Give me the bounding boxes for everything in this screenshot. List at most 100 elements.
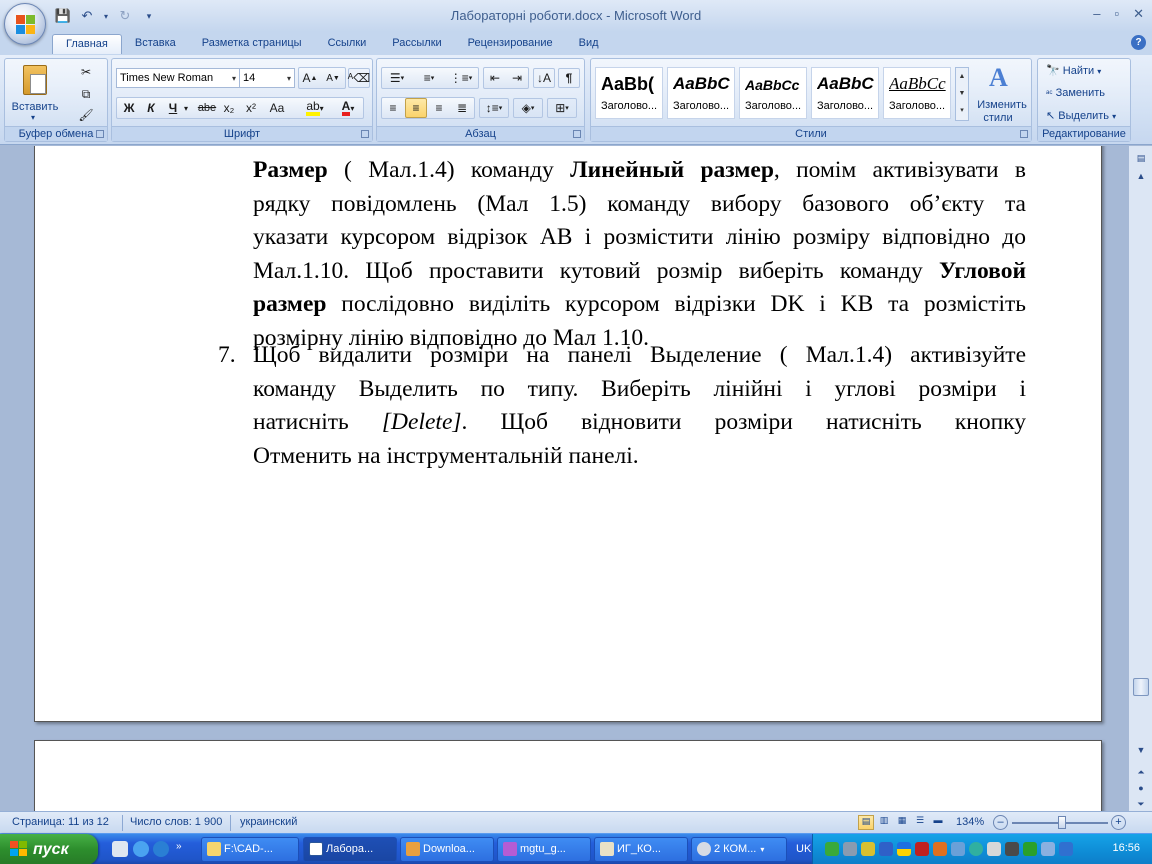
document-area[interactable]: Размер ( Мал.1.4) команду Линейный разме…	[0, 146, 1128, 811]
tab-review[interactable]: Рецензирование	[455, 34, 566, 54]
keyboard-language[interactable]: UK	[796, 843, 811, 855]
browser-icon[interactable]	[133, 841, 149, 857]
zoom-in-icon[interactable]: +	[1111, 815, 1126, 830]
minimize-icon[interactable]: –	[1093, 6, 1100, 22]
borders-icon[interactable]: ⊞ ▾	[547, 98, 577, 118]
page-count[interactable]: Страница: 11 из 12	[12, 816, 109, 828]
close-icon[interactable]: ✕	[1133, 6, 1144, 22]
clock[interactable]: 16:56	[1112, 842, 1140, 854]
styles-down-icon[interactable]: ▼	[956, 85, 968, 102]
office-button[interactable]	[4, 3, 46, 45]
style-heading-5[interactable]: AaBbCc Заголово...	[883, 67, 951, 119]
tab-home[interactable]: Главная	[52, 34, 122, 54]
tab-references[interactable]: Ссылки	[315, 34, 380, 54]
scroll-down-icon[interactable]: ▼	[1133, 742, 1149, 758]
zoom-level[interactable]: 134%	[956, 816, 984, 828]
bullets-icon[interactable]: ☰ ▾	[382, 68, 412, 88]
strikethrough-button[interactable]: abe	[196, 98, 218, 118]
italic-button[interactable]: К	[140, 98, 162, 118]
tray-icon[interactable]	[987, 842, 1001, 856]
zoom-out-icon[interactable]: –	[993, 815, 1008, 830]
underline-dropdown-icon[interactable]: ▾	[180, 98, 192, 118]
bold-button[interactable]: Ж	[118, 98, 140, 118]
word-count[interactable]: Число слов: 1 900	[130, 816, 222, 828]
maximize-icon[interactable]: ▫	[1114, 6, 1119, 22]
start-button[interactable]: пуск	[0, 834, 98, 864]
tray-icon[interactable]	[1005, 842, 1019, 856]
document-page-next[interactable]	[34, 740, 1102, 811]
taskbar-button[interactable]: Downloa...	[400, 837, 494, 862]
paragraph-launcher-icon[interactable]	[573, 130, 581, 138]
tray-icon[interactable]	[843, 842, 857, 856]
bluetooth-icon[interactable]	[1059, 842, 1073, 856]
styles-launcher-icon[interactable]	[1020, 130, 1028, 138]
zoom-slider-thumb[interactable]	[1058, 816, 1066, 829]
taskbar-button[interactable]: 2 КОМ... ▾	[691, 837, 787, 862]
tray-icon[interactable]	[969, 842, 983, 856]
cut-icon[interactable]: ✂	[75, 62, 97, 82]
network-icon[interactable]	[1023, 842, 1037, 856]
sort-icon[interactable]: ↓A	[533, 68, 555, 88]
change-styles-button[interactable]: A Изменить стили	[975, 63, 1029, 125]
style-heading-2[interactable]: AaBbC Заголово...	[667, 67, 735, 119]
replace-button[interactable]: ᵃᶜ Заменить	[1046, 87, 1105, 99]
volume-icon[interactable]	[1041, 842, 1055, 856]
ruler-toggle-icon[interactable]: ▤	[1133, 150, 1149, 166]
document-page[interactable]: Размер ( Мал.1.4) команду Линейный разме…	[34, 146, 1102, 722]
font-color-icon[interactable]: A ▾	[334, 98, 362, 118]
web-layout-icon[interactable]: ▦	[894, 815, 910, 830]
tray-icon[interactable]	[879, 842, 893, 856]
numbering-icon[interactable]: ≡ ▾	[414, 68, 444, 88]
select-button[interactable]: ↖ Выделить ▾	[1046, 109, 1116, 122]
paste-button[interactable]: Вставить ▾	[12, 63, 58, 123]
align-right-icon[interactable]: ≡	[428, 98, 450, 118]
language-indicator[interactable]: украинский	[240, 816, 297, 828]
show-formatting-marks-icon[interactable]: ¶	[558, 68, 580, 88]
decrease-indent-icon[interactable]: ⇤	[484, 68, 506, 88]
tray-icon[interactable]	[951, 842, 965, 856]
tab-mailings[interactable]: Рассылки	[379, 34, 454, 54]
highlight-icon[interactable]: ab ▾	[300, 98, 330, 118]
tab-insert[interactable]: Вставка	[122, 34, 189, 54]
draft-icon[interactable]: ▬	[930, 815, 946, 830]
subscript-button[interactable]: x₂	[218, 98, 240, 118]
next-page-icon[interactable]: ⏷	[1133, 796, 1149, 812]
taskbar-button[interactable]: Лабора...	[303, 837, 397, 862]
styles-up-icon[interactable]: ▲	[956, 68, 968, 85]
help-icon[interactable]: ?	[1131, 35, 1146, 50]
outline-icon[interactable]: ☰	[912, 815, 928, 830]
font-size-combo[interactable]: 14 ▾	[239, 68, 295, 88]
clear-formatting-icon[interactable]: ᴬ⌫	[348, 68, 370, 88]
select-browse-object-icon[interactable]: ●	[1133, 780, 1149, 796]
shading-icon[interactable]: ◈ ▾	[513, 98, 543, 118]
increase-indent-icon[interactable]: ⇥	[506, 68, 528, 88]
font-name-combo[interactable]: Times New Roman ▾	[116, 68, 240, 88]
find-button[interactable]: 🔭 Найти ▾	[1046, 64, 1101, 77]
superscript-button[interactable]: x²	[240, 98, 262, 118]
format-painter-icon[interactable]: 🖌	[75, 105, 97, 125]
styles-more-icon[interactable]: ▾	[956, 102, 968, 119]
style-heading-3[interactable]: AaBbCc Заголово...	[739, 67, 807, 119]
internet-explorer-icon[interactable]	[153, 841, 169, 857]
tray-icon[interactable]	[915, 842, 929, 856]
style-heading-4[interactable]: AaBbC Заголово...	[811, 67, 879, 119]
full-screen-reading-icon[interactable]: ▥	[876, 815, 892, 830]
justify-icon[interactable]: ≣	[451, 98, 473, 118]
tab-page-layout[interactable]: Разметка страницы	[189, 34, 315, 54]
multilevel-list-icon[interactable]: ⋮≡ ▾	[446, 68, 476, 88]
style-heading-1[interactable]: AaBb( Заголово...	[595, 67, 663, 119]
font-launcher-icon[interactable]	[361, 130, 369, 138]
change-case-button[interactable]: Aa	[264, 98, 290, 118]
line-spacing-icon[interactable]: ↕≡ ▾	[479, 98, 509, 118]
print-layout-icon[interactable]: ▤	[858, 815, 874, 830]
zoom-slider[interactable]	[1012, 816, 1108, 829]
tray-icon[interactable]	[825, 842, 839, 856]
align-left-icon[interactable]: ≡	[382, 98, 404, 118]
clipboard-launcher-icon[interactable]	[96, 130, 104, 138]
flag-icon[interactable]	[897, 842, 911, 856]
quick-launch-more-icon[interactable]: »	[176, 841, 182, 852]
show-desktop-icon[interactable]	[112, 841, 128, 857]
tray-icon[interactable]	[933, 842, 947, 856]
shrink-font-icon[interactable]: A ▼	[322, 68, 344, 88]
taskbar-button[interactable]: mgtu_g...	[497, 837, 591, 862]
